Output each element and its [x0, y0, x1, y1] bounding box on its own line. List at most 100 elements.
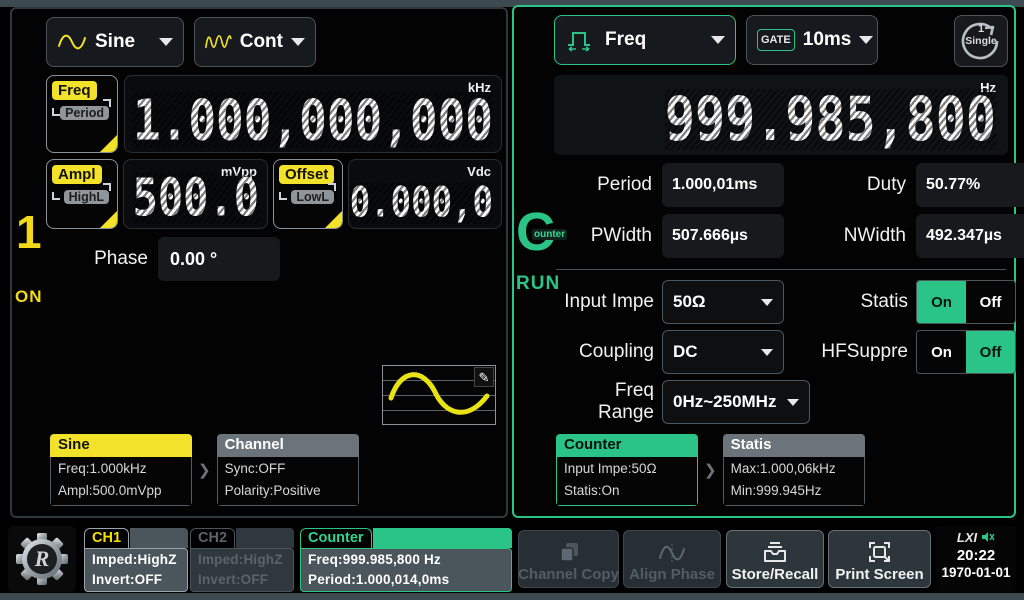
corner-bracket: [52, 192, 60, 200]
ch1-status-tab[interactable]: CH1 Imped:HighZ Invert:OFF: [84, 528, 188, 592]
tab-fill: [130, 528, 188, 548]
single-count: 1: [955, 23, 1007, 35]
copy-icon: [556, 540, 582, 564]
channel-card-sync: Sync:OFF: [225, 458, 351, 480]
phase-value: 0.00 °: [170, 249, 217, 270]
statis-label: Statis: [792, 291, 908, 313]
touch-corner-icon: [100, 211, 117, 228]
system-settings-button[interactable]: R: [8, 526, 76, 592]
offset-lowlevel-key[interactable]: Offset LowL: [273, 159, 343, 229]
edit-waveform-button[interactable]: ✎: [474, 367, 494, 387]
continuous-wave-icon: [205, 32, 232, 52]
tab-fill: [373, 528, 512, 548]
single-trigger-button[interactable]: 1 Single: [954, 15, 1008, 67]
touch-corner-icon: [325, 211, 342, 228]
sine-card-ampl: Ampl:500.0mVpp: [58, 480, 184, 502]
chevron-down-icon: [761, 349, 773, 356]
waveform-select-label: Sine: [95, 31, 151, 53]
ch1-impedance: Imped:HighZ: [92, 550, 180, 570]
store-recall-label: Store/Recall: [732, 566, 819, 583]
waveform-preview[interactable]: ✎: [382, 365, 496, 425]
statis-card-title: Statis: [723, 434, 865, 457]
sine-summary-card[interactable]: Sine Freq:1.000kHz Ampl:500.0mVpp: [50, 434, 192, 506]
channel1-side-column[interactable]: 1 ON: [12, 9, 48, 516]
duty-value: 50.77%: [916, 163, 1024, 207]
counter-mode-label: Freq: [605, 29, 703, 51]
freq-period-key[interactable]: Freq Period: [46, 75, 118, 153]
ampl-key-label: Ampl: [52, 165, 102, 184]
chevron-down-icon: [711, 36, 725, 44]
period-value: 1.000,01ms: [662, 163, 784, 207]
chevron-down-icon: [859, 36, 873, 44]
offset-unit: Vdc: [467, 164, 491, 179]
counter-status-tab[interactable]: Counter Freq:999.985,800 Hz Period:1.000…: [300, 528, 512, 592]
statis-on-option[interactable]: On: [917, 281, 966, 323]
input-impedance-label: Input Impe: [554, 291, 654, 313]
statis-off-option[interactable]: Off: [966, 281, 1015, 323]
rigol-r-logo: R: [14, 531, 70, 587]
statis-toggle[interactable]: On Off: [916, 280, 1016, 324]
statis-summary-card[interactable]: Statis Max:1.000,06kHz Min:999.945Hz: [723, 434, 865, 506]
phase-input[interactable]: 0.00 °: [158, 237, 280, 281]
hfsuppre-label: HFSuppre: [792, 341, 908, 363]
gate-time-value: 10ms: [803, 29, 852, 51]
channel-number: 1: [16, 209, 42, 255]
single-label: Single: [955, 35, 1007, 47]
counter-badge: C ounter: [516, 205, 556, 259]
statis-card-max: Max:1.000,06kHz: [731, 458, 857, 480]
bottom-bezel-strip: [0, 593, 1024, 600]
nwidth-value: 492.347µs: [916, 214, 1024, 258]
ampl-value-display[interactable]: mVpp 500.0: [123, 159, 268, 229]
ch2-status-tab[interactable]: CH2 Imped:HighZ Invert:OFF: [190, 528, 294, 592]
offset-value-display[interactable]: Vdc 0.000,0: [348, 159, 502, 229]
input-impedance-select[interactable]: 50Ω: [662, 280, 784, 324]
freq-range-select[interactable]: 0Hz~250MHz: [662, 380, 810, 424]
run-mode-select[interactable]: Cont: [194, 17, 316, 67]
bottom-bar: R CH1 Imped:HighZ Invert:OFF CH2 Imped:H…: [0, 522, 1024, 594]
pencil-icon: ✎: [479, 370, 490, 385]
print-screen-button[interactable]: Print Screen: [828, 530, 931, 588]
counter-summary-card[interactable]: Counter Input Impe:50Ω Statis:On: [556, 434, 698, 506]
counter-side-column[interactable]: C ounter RUN: [514, 7, 550, 516]
counter-mode-select[interactable]: Freq: [554, 15, 736, 65]
counter-frequency-display: Hz 999.985,800: [554, 75, 1008, 155]
coupling-select[interactable]: DC: [662, 330, 784, 374]
align-phase-icon: [657, 542, 687, 564]
channel-summary-card[interactable]: Channel Sync:OFF Polarity:Positive: [217, 434, 359, 506]
gate-badge: GATE: [757, 29, 795, 51]
counter-tab-freq: Freq:999.985,800 Hz: [308, 550, 504, 570]
offset-value: 0.000,0: [350, 183, 493, 224]
freq-range-value: 0Hz~250MHz: [673, 392, 787, 412]
channel-copy-button[interactable]: Channel Copy: [518, 530, 619, 588]
freq-range-label: Freq Range: [554, 380, 654, 424]
counter-card-impe: Input Impe:50Ω: [564, 458, 690, 480]
corner-bracket: [103, 99, 111, 107]
system-status-clock[interactable]: LXI 20:22 1970-01-01: [936, 526, 1016, 592]
hfsuppre-on-option[interactable]: On: [917, 331, 966, 373]
period-alt-label: Period: [60, 106, 109, 120]
corner-bracket: [103, 183, 111, 191]
ampl-highlevel-key[interactable]: Ampl HighL: [46, 159, 118, 229]
sine-card-title: Sine: [50, 434, 192, 457]
channel-copy-label: Channel Copy: [518, 566, 619, 583]
hfsuppre-off-option[interactable]: Off: [966, 331, 1015, 373]
hfsuppre-toggle[interactable]: On Off: [916, 330, 1016, 374]
print-screen-label: Print Screen: [835, 566, 923, 583]
ampl-value: 500.0: [133, 173, 259, 224]
chevron-down-icon: [787, 399, 799, 406]
corner-bracket: [52, 108, 60, 116]
sine-card-freq: Freq:1.000kHz: [58, 458, 184, 480]
period-label: Period: [554, 174, 654, 196]
waveform-select[interactable]: Sine: [46, 17, 184, 67]
chevron-down-icon: [291, 38, 305, 46]
pulse-freq-icon: [565, 28, 597, 52]
tab-fill: [236, 528, 294, 548]
lowl-alt-label: LowL: [291, 190, 334, 204]
align-phase-button[interactable]: Align Phase: [623, 530, 721, 588]
corner-bracket: [279, 192, 287, 200]
freq-value-display[interactable]: kHz 1.000,000,000: [124, 75, 502, 153]
speaker-icon: [981, 531, 995, 543]
gate-time-select[interactable]: GATE 10ms: [746, 15, 878, 65]
channel-card-polarity: Polarity:Positive: [225, 480, 351, 502]
store-recall-button[interactable]: Store/Recall: [726, 530, 824, 588]
